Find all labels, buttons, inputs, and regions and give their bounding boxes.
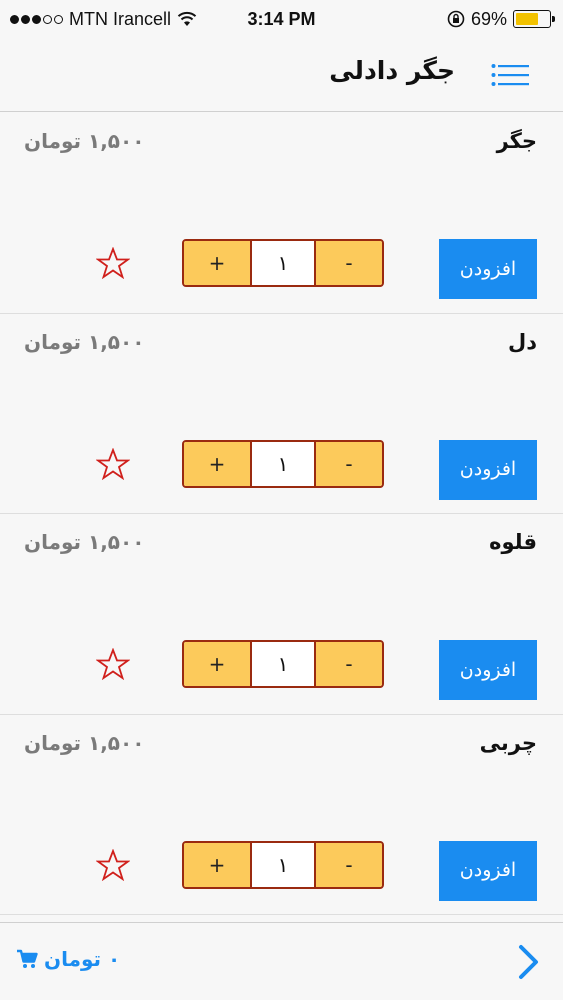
cart-total-amount: ۰ تومان bbox=[44, 947, 121, 971]
list-item: دل ۱,۵۰۰ تومان + ۱ - افزودن bbox=[0, 313, 563, 514]
add-button[interactable]: افزودن bbox=[439, 840, 537, 901]
wifi-icon bbox=[177, 11, 197, 26]
battery-icon bbox=[513, 10, 555, 28]
increment-button[interactable]: + bbox=[184, 441, 250, 486]
add-button[interactable]: افزودن bbox=[439, 239, 537, 299]
item-price: ۱,۵۰۰ تومان bbox=[24, 730, 145, 755]
nav-bar: جگر دادلی bbox=[0, 38, 563, 112]
quantity-stepper: + ۱ - bbox=[182, 640, 384, 688]
item-price: ۱,۵۰۰ تومان bbox=[24, 530, 145, 554]
favorite-star-icon[interactable] bbox=[96, 247, 130, 279]
decrement-button[interactable]: - bbox=[316, 241, 382, 285]
decrement-button[interactable]: - bbox=[316, 642, 382, 686]
item-name: چربی bbox=[479, 730, 537, 755]
list-item: چربی ۱,۵۰۰ تومان + ۱ - افزودن bbox=[0, 714, 563, 915]
item-name: جگر bbox=[496, 129, 537, 153]
item-name: دل bbox=[508, 329, 537, 354]
product-list: جگر ۱,۵۰۰ تومان + ۱ - افزودن دل ۱,۵۰۰ تو… bbox=[0, 113, 563, 915]
quantity-value: ۱ bbox=[250, 441, 316, 486]
carrier-name: MTN Irancell bbox=[69, 8, 172, 29]
signal-strength-icon bbox=[10, 14, 63, 24]
decrement-button[interactable]: - bbox=[316, 842, 382, 887]
item-price: ۱,۵۰۰ تومان bbox=[24, 129, 145, 153]
favorite-star-icon[interactable] bbox=[96, 447, 130, 480]
quantity-value: ۱ bbox=[250, 642, 316, 686]
quantity-stepper: + ۱ - bbox=[182, 840, 384, 889]
favorite-star-icon[interactable] bbox=[96, 848, 130, 881]
status-bar: MTN Irancell 3:14 PM 69% bbox=[0, 0, 563, 38]
orientation-lock-icon bbox=[447, 10, 465, 28]
increment-button[interactable]: + bbox=[184, 842, 250, 887]
list-item: قلوه ۱,۵۰۰ تومان + ۱ - افزودن bbox=[0, 514, 563, 715]
increment-button[interactable]: + bbox=[184, 241, 250, 285]
quantity-value: ۱ bbox=[250, 241, 316, 285]
favorite-star-icon[interactable] bbox=[96, 648, 130, 680]
shopping-cart-icon bbox=[17, 949, 38, 968]
add-button[interactable]: افزودن bbox=[439, 640, 537, 700]
chevron-right-icon[interactable] bbox=[517, 943, 541, 981]
increment-button[interactable]: + bbox=[184, 642, 250, 686]
item-price: ۱,۵۰۰ تومان bbox=[24, 329, 145, 354]
status-left: MTN Irancell bbox=[10, 9, 197, 30]
add-button[interactable]: افزودن bbox=[439, 439, 537, 500]
cart-total-button[interactable]: ۰ تومان bbox=[16, 947, 120, 971]
decrement-button[interactable]: - bbox=[316, 441, 382, 486]
quantity-stepper: + ۱ - bbox=[182, 239, 384, 287]
cart-footer: ۰ تومان bbox=[0, 922, 563, 1000]
quantity-value: ۱ bbox=[250, 842, 316, 887]
page-title: جگر دادلی bbox=[329, 56, 455, 85]
battery-percent: 69% bbox=[470, 8, 507, 29]
quantity-stepper: + ۱ - bbox=[182, 439, 384, 488]
hamburger-menu-icon[interactable] bbox=[491, 63, 529, 87]
list-item: جگر ۱,۵۰۰ تومان + ۱ - افزودن bbox=[0, 113, 563, 314]
status-right: 69% bbox=[447, 8, 555, 30]
item-name: قلوه bbox=[489, 530, 537, 554]
